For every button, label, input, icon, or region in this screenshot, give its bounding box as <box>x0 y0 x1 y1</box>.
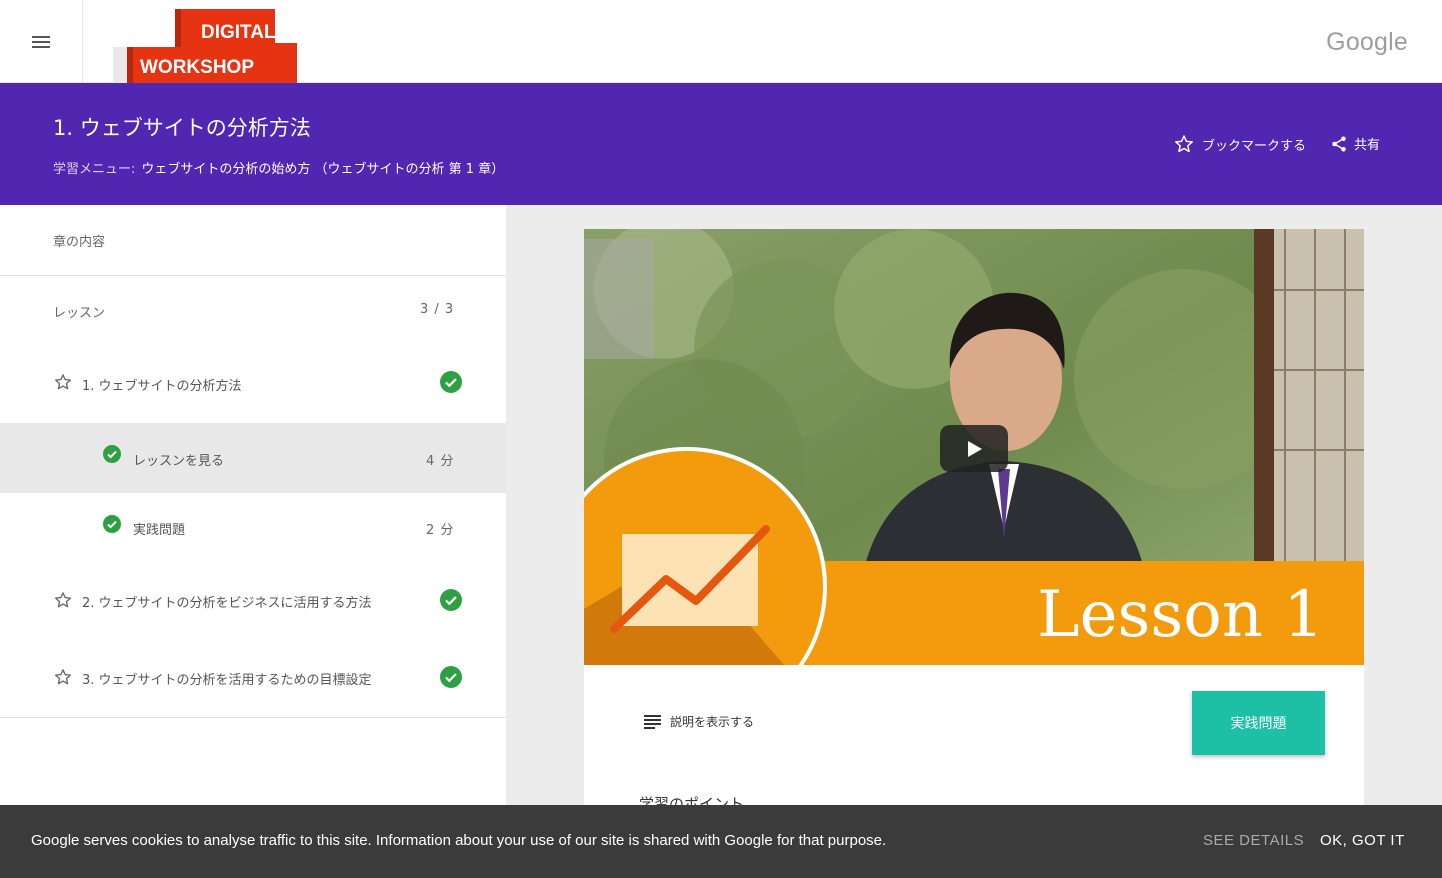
check-circle-icon <box>440 589 462 611</box>
check-circle-icon <box>440 666 462 688</box>
lessons-count: 3 / 3 <box>420 302 455 317</box>
star-outline-icon[interactable] <box>54 373 72 391</box>
divider <box>0 717 506 718</box>
lesson-header: 1. ウェブサイトの分析方法 学習メニュー: ウェブサイトの分析の始め方 （ウェブ… <box>0 83 1442 205</box>
ok-got-it-button[interactable]: OK, GOT IT <box>1320 832 1405 849</box>
sidebar-item-label: 1. ウェブサイトの分析方法 <box>82 379 242 394</box>
google-logo: Google <box>1326 28 1408 56</box>
divider <box>0 275 506 276</box>
breadcrumb-link[interactable]: ウェブサイトの分析の始め方 （ウェブサイトの分析 第 1 章） <box>141 162 504 177</box>
sidebar-item-label: レッスンを見る <box>133 454 225 469</box>
lessons-label: レッスン <box>53 306 106 321</box>
show-description-label: 説明を表示する <box>670 715 755 729</box>
sidebar-item-label: 2. ウェブサイトの分析をビジネスに活用する方法 <box>82 596 372 611</box>
sidebar-item-lesson-2[interactable]: 2. ウェブサイトの分析をビジネスに活用する方法 <box>0 570 506 630</box>
practice-button[interactable]: 実践問題 <box>1192 691 1325 755</box>
sidebar-item-lesson-3[interactable]: 3. ウェブサイトの分析を活用するための目標設定 <box>0 647 506 707</box>
cookie-banner: Google serves cookies to analyse traffic… <box>0 805 1442 878</box>
breadcrumb: 学習メニュー: ウェブサイトの分析の始め方 （ウェブサイトの分析 第 1 章） <box>53 158 504 177</box>
show-description-button[interactable]: 説明を表示する <box>644 713 754 730</box>
digital-workshop-logo[interactable]: DIGITAL WORKSHOP <box>113 9 299 83</box>
hamburger-menu-icon[interactable] <box>32 35 50 48</box>
menu-button[interactable] <box>0 0 83 83</box>
bookmark-button[interactable]: ブックマークする <box>1174 134 1306 154</box>
star-outline-icon[interactable] <box>54 668 72 686</box>
duration-label: 2 分 <box>426 523 455 538</box>
sidebar-item-lesson-1[interactable]: 1. ウェブサイトの分析方法 <box>0 353 506 413</box>
logo-text-digital: DIGITAL <box>201 22 276 43</box>
duration-label: 4 分 <box>426 454 455 469</box>
logo-text-workshop: WORKSHOP <box>140 57 254 78</box>
check-circle-icon <box>103 515 121 533</box>
share-button[interactable]: 共有 <box>1330 134 1380 153</box>
play-button[interactable] <box>940 425 1008 472</box>
chapter-sidebar: 章の内容 レッスン 3 / 3 1. ウェブサイトの分析方法 レッスンを見る 4… <box>0 205 506 878</box>
see-details-link[interactable]: SEE DETAILS <box>1203 832 1304 849</box>
bookmark-label: ブックマークする <box>1202 138 1307 154</box>
top-bar: DIGITAL WORKSHOP Google <box>0 0 1442 83</box>
sidebar-item-label: 3. ウェブサイトの分析を活用するための目標設定 <box>82 673 372 688</box>
sidebar-item-label: 実践問題 <box>133 523 186 538</box>
notes-icon <box>644 714 661 729</box>
sidebar-subitem-watch-lesson[interactable]: レッスンを見る 4 分 <box>0 423 506 493</box>
chapter-contents-heading: 章の内容 <box>53 235 106 250</box>
star-outline-icon <box>1175 135 1193 153</box>
video-player[interactable]: Lesson 1 <box>584 229 1364 665</box>
page-title: 1. ウェブサイトの分析方法 <box>53 116 311 140</box>
share-icon <box>1332 136 1346 151</box>
sidebar-subitem-practice[interactable]: 実践問題 2 分 <box>0 493 506 563</box>
share-label: 共有 <box>1354 138 1381 153</box>
cookie-message: Google serves cookies to analyse traffic… <box>31 832 887 849</box>
lesson-number-label: Lesson 1 <box>1037 578 1324 652</box>
check-circle-icon <box>440 371 462 393</box>
star-outline-icon[interactable] <box>54 591 72 609</box>
check-circle-icon <box>103 445 121 463</box>
play-icon <box>968 440 982 457</box>
breadcrumb-prefix: 学習メニュー: <box>53 162 136 177</box>
